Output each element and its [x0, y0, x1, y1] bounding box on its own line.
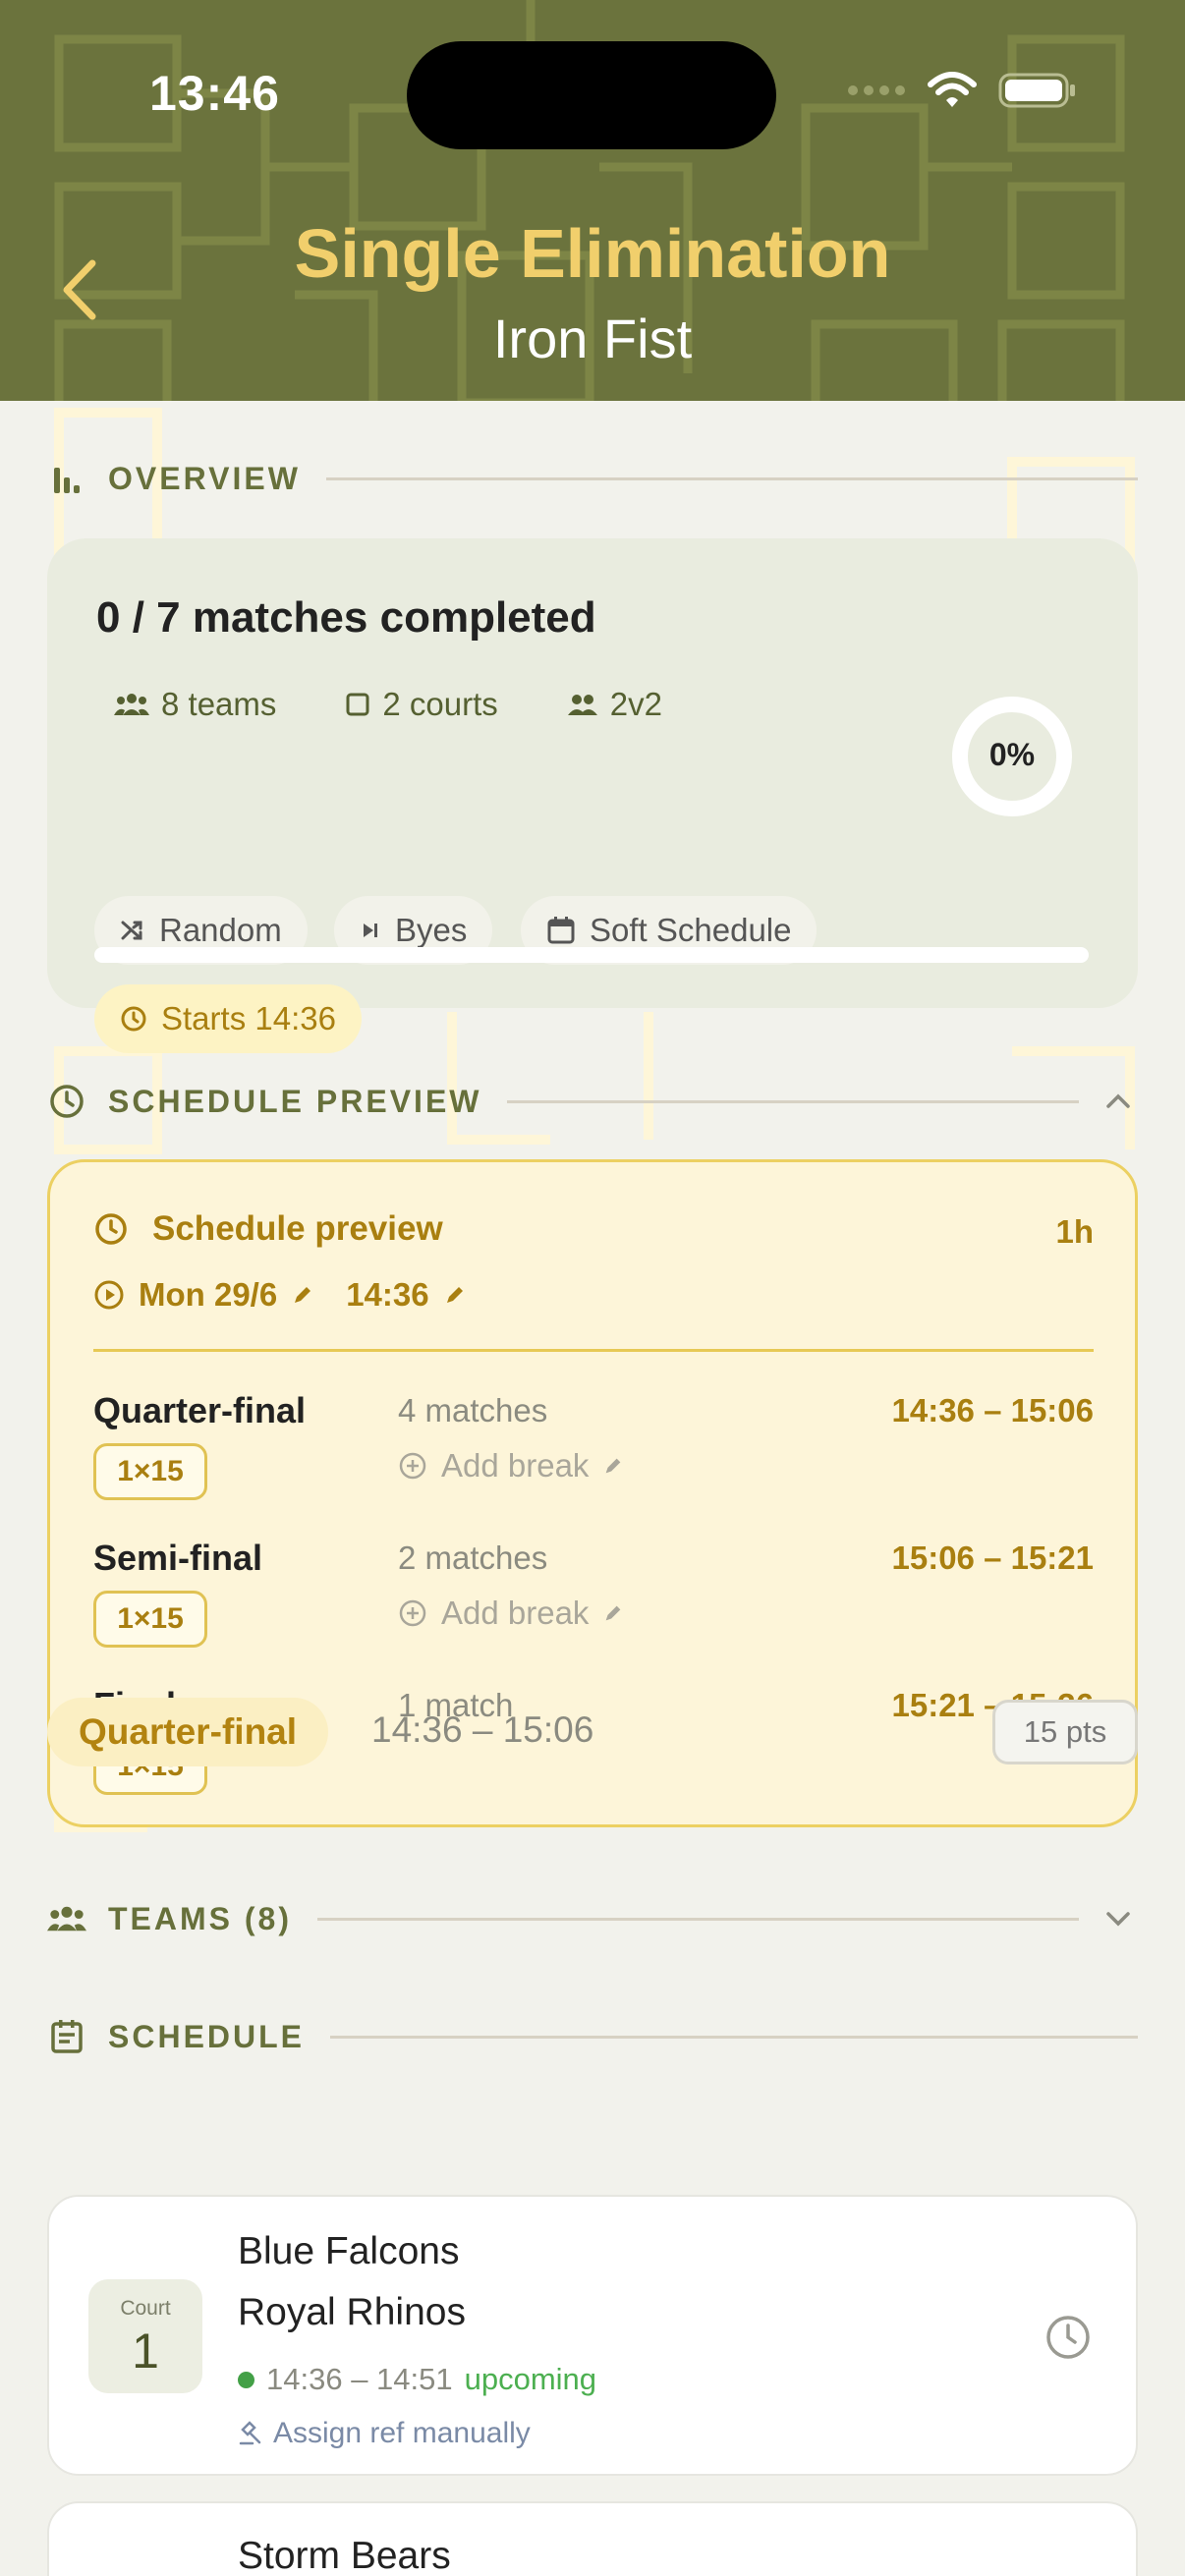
overview-section-label: OVERVIEW	[108, 460, 301, 496]
progress-bar	[94, 947, 1089, 963]
pencil-icon	[606, 1605, 621, 1621]
add-circle-icon	[399, 1599, 426, 1627]
chip-start-time: Starts 14:36	[94, 984, 362, 1053]
start-date[interactable]: Mon 29/6	[139, 1276, 277, 1314]
section-divider	[507, 1099, 1079, 1103]
play-circle-icon	[94, 1280, 124, 1310]
round-time-range: 14:36 – 15:06	[891, 1392, 1095, 1428]
round-match-count: 4 matches	[398, 1392, 548, 1428]
section-divider	[325, 476, 1138, 480]
overview-card: 0 / 7 matches completed 8 teams 2 courts…	[47, 538, 1138, 1053]
round-time-range: 15:21 – 15:36	[891, 1687, 1095, 1723]
skip-icon	[364, 924, 377, 937]
teams-count: 8 teams	[161, 686, 277, 722]
round-name: Final	[93, 1685, 177, 1725]
pencil-icon	[606, 1458, 621, 1474]
shuffle-icon	[121, 921, 142, 940]
chip-random-label: Random	[159, 912, 282, 948]
status-time: 13:46	[149, 66, 280, 121]
schedule-preview-card: Schedule preview 1h Mon 29/6 14:36 Quart…	[47, 1159, 1138, 1827]
dynamic-island	[407, 41, 776, 149]
edit-date-icon[interactable]	[291, 1283, 314, 1307]
battery-icon	[998, 73, 1075, 108]
app-header: 13:46 Single Elimination Iron Fist	[0, 0, 1185, 401]
page-title: Single Elimination	[294, 215, 891, 292]
chevron-down-icon[interactable]	[1099, 1899, 1138, 1938]
round-name: Semi-final	[93, 1538, 263, 1578]
overview-section-header: OVERVIEW	[47, 454, 1138, 503]
schedule-icon	[47, 2017, 86, 2056]
start-time-label: Starts 14:36	[161, 1000, 336, 1036]
round-row: Quarter-final 1×15 4 matches Add break 1…	[93, 1390, 1094, 1528]
status-icons	[847, 71, 1077, 110]
bar-chart-icon	[47, 459, 86, 498]
round-time-range: 15:06 – 15:21	[891, 1540, 1095, 1576]
group-icon	[114, 694, 149, 715]
clock-icon	[121, 1006, 146, 1032]
round-match-count: 1 match	[398, 1687, 514, 1723]
court-icon	[346, 693, 369, 716]
calendar-icon	[547, 917, 575, 944]
schedule-duration: 1h	[1055, 1213, 1094, 1250]
clock-icon	[95, 1213, 127, 1245]
round-format-badge[interactable]: 1×15	[93, 1738, 207, 1795]
round-name: Quarter-final	[93, 1390, 307, 1430]
start-time[interactable]: 14:36	[346, 1276, 428, 1314]
teams-section-header[interactable]: TEAMS (8)	[47, 1894, 1138, 1943]
schedule-preview-title: Schedule preview	[152, 1209, 443, 1248]
schedule-divider	[93, 1349, 1094, 1352]
group-icon	[47, 1899, 86, 1938]
schedule-start-row: Mon 29/6 14:36	[93, 1276, 467, 1314]
clock-icon	[47, 1082, 86, 1121]
tournament-stats: 8 teams 2 courts 2v2	[114, 686, 662, 723]
teams-section-label: TEAMS (8)	[108, 1900, 292, 1936]
people-icon	[567, 695, 597, 715]
signal-icon	[848, 85, 905, 95]
round-format-badge[interactable]: 1×15	[93, 1443, 207, 1500]
team-format: 2v2	[609, 686, 662, 722]
courts-count: 2 courts	[382, 686, 498, 722]
add-break-button[interactable]: Add break	[398, 1447, 624, 1484]
courts-stat: 2 courts	[345, 686, 498, 723]
schedule-section-header: SCHEDULE	[47, 2012, 1138, 2061]
format-stat: 2v2	[567, 686, 662, 723]
page-subtitle: Iron Fist	[492, 308, 693, 369]
progress-percent: 0%	[988, 737, 1036, 772]
round-format-badge[interactable]: 1×15	[93, 1591, 207, 1648]
schedule-preview-title-row: Schedule preview	[93, 1209, 443, 1249]
wifi-icon	[928, 72, 977, 107]
add-break-label: Add break	[441, 1595, 590, 1631]
section-divider	[317, 1917, 1079, 1921]
matches-completed-title: 0 / 7 matches completed	[96, 593, 596, 642]
schedule-preview-section-header[interactable]: SCHEDULE PREVIEW	[47, 1077, 1138, 1126]
add-circle-icon	[399, 1452, 426, 1480]
edit-time-icon[interactable]	[443, 1283, 467, 1307]
round-row: Semi-final 1×15 2 matches Add break 15:0…	[93, 1538, 1094, 1675]
chevron-up-icon[interactable]	[1099, 1082, 1138, 1121]
add-break-button[interactable]: Add break	[398, 1595, 624, 1632]
round-row: Final 1×15 1 match 15:21 – 15:36	[93, 1685, 1094, 1822]
round-match-count: 2 matches	[398, 1540, 548, 1576]
chip-byes-label: Byes	[395, 912, 468, 948]
add-break-label: Add break	[441, 1447, 590, 1484]
teams-stat: 8 teams	[114, 686, 276, 723]
schedule-section-label: SCHEDULE	[108, 2018, 306, 2054]
schedule-preview-section-label: SCHEDULE PREVIEW	[108, 1083, 482, 1119]
chip-soft-schedule-label: Soft Schedule	[590, 912, 792, 948]
section-divider	[330, 2035, 1138, 2039]
